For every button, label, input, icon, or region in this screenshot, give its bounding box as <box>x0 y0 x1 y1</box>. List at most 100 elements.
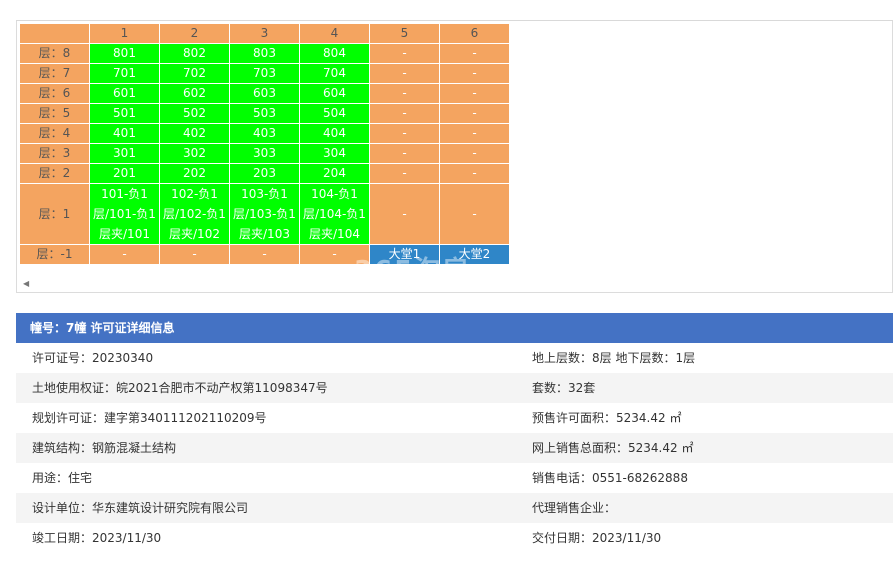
unit-cell: - <box>229 244 300 265</box>
detail-right-field: 预售许可面积：5234.42 ㎡ <box>532 411 682 425</box>
grid-header-row: 123456 <box>19 23 510 44</box>
column-header: 2 <box>159 23 230 44</box>
detail-right-field: 销售电话：0551-68262888 <box>532 471 688 485</box>
floor-label: 层：8 <box>19 43 90 64</box>
floor-row: 层：8 801 802 803 804- - <box>19 43 510 64</box>
unit-cell: - <box>369 143 440 164</box>
detail-left-field: 用途：住宅 <box>32 471 93 485</box>
unit-cell: - <box>439 143 510 164</box>
floor-label: 层：6 <box>19 83 90 104</box>
scroll-left-arrow-icon[interactable]: ◀ <box>23 279 29 288</box>
floor-row: 层：-1- - - - 大堂1 大堂2 <box>19 244 510 265</box>
unit-cell[interactable]: 202 <box>159 163 230 184</box>
unit-cell[interactable]: 602 <box>159 83 230 104</box>
unit-cell[interactable]: 402 <box>159 123 230 144</box>
unit-cell: - <box>439 123 510 144</box>
unit-cell[interactable]: 501 <box>89 103 160 124</box>
unit-cell: - <box>89 244 160 265</box>
floor-label: 层：5 <box>19 103 90 124</box>
floor-row: 层：4 401 402 403 404- - <box>19 123 510 144</box>
unit-cell: - <box>369 123 440 144</box>
detail-right-field: 套数：32套 <box>532 381 596 395</box>
floor-row: 层：2 201 202 203 204- - <box>19 163 510 184</box>
unit-cell[interactable]: 604 <box>299 83 370 104</box>
column-header: 4 <box>299 23 370 44</box>
floor-row: 层：7 701 702 703 704- - <box>19 63 510 84</box>
unit-cell[interactable]: 603 <box>229 83 300 104</box>
unit-cell: - <box>299 244 370 265</box>
unit-cell[interactable]: 302 <box>159 143 230 164</box>
unit-cell[interactable]: 704 <box>299 63 370 84</box>
floor-label: 层：2 <box>19 163 90 184</box>
floor-label: 层：-1 <box>19 244 90 265</box>
unit-cell[interactable]: 大堂1 <box>369 244 440 265</box>
column-header: 5 <box>369 23 440 44</box>
detail-row: 土地使用权证：皖2021合肥市不动产权第11098347号 套数：32套 <box>16 373 893 403</box>
unit-cell: - <box>369 83 440 104</box>
detail-row: 建筑结构：钢筋混凝土结构 网上销售总面积：5234.42 ㎡ <box>16 433 893 463</box>
unit-cell: - <box>159 244 230 265</box>
unit-cell[interactable]: 804 <box>299 43 370 64</box>
detail-left-field: 竣工日期：2023/11/30 <box>32 531 162 545</box>
unit-cell: - <box>439 63 510 84</box>
column-header: 6 <box>439 23 510 44</box>
unit-cell: - <box>439 103 510 124</box>
unit-cell[interactable]: 503 <box>229 103 300 124</box>
detail-left-field: 土地使用权证：皖2021合肥市不动产权第11098347号 <box>32 381 328 395</box>
unit-cell[interactable]: 404 <box>299 123 370 144</box>
unit-cell[interactable]: 204 <box>299 163 370 184</box>
unit-cell[interactable]: 401 <box>89 123 160 144</box>
unit-cell: - <box>439 83 510 104</box>
detail-left-field: 许可证号：20230340 <box>32 351 154 365</box>
unit-cell: - <box>439 163 510 184</box>
unit-cell[interactable]: 203 <box>229 163 300 184</box>
unit-cell[interactable]: 大堂2 <box>439 244 510 265</box>
unit-cell[interactable]: 104-负1层/104-负1层夹/104 <box>299 183 370 245</box>
floor-label: 层：1 <box>19 183 90 245</box>
unit-cell[interactable]: 702 <box>159 63 230 84</box>
grid-corner-cell <box>19 23 90 44</box>
unit-cell[interactable]: 601 <box>89 83 160 104</box>
unit-cell: - <box>369 103 440 124</box>
unit-cell[interactable]: 801 <box>89 43 160 64</box>
floor-row: 层：6 601 602 603 604- - <box>19 83 510 104</box>
unit-cell[interactable]: 103-负1层/103-负1层夹/103 <box>229 183 300 245</box>
detail-row: 竣工日期：2023/11/30 交付日期：2023/11/30 <box>16 523 893 553</box>
unit-cell[interactable]: 403 <box>229 123 300 144</box>
unit-cell[interactable]: 201 <box>89 163 160 184</box>
floor-label: 层：4 <box>19 123 90 144</box>
unit-cell: - <box>369 63 440 84</box>
unit-cell[interactable]: 701 <box>89 63 160 84</box>
detail-row: 用途：住宅 销售电话：0551-68262888 <box>16 463 893 493</box>
unit-grid-table: 1 2 3 4 5 6 层：8 801 802 803 804- - 层：7 701 702 703 704- -… <box>19 23 510 265</box>
floor-row: 层：3 301 302 303 304- - <box>19 143 510 164</box>
unit-cell[interactable]: 303 <box>229 143 300 164</box>
floor-row: 层：1 101-负1层/101-负1层夹/101 102-负1层/102-负1层夹/… <box>19 183 510 245</box>
unit-cell[interactable]: 802 <box>159 43 230 64</box>
unit-cell[interactable]: 703 <box>229 63 300 84</box>
unit-cell: - <box>369 183 440 245</box>
unit-cell[interactable]: 502 <box>159 103 230 124</box>
details-list: 许可证号：20230340 地上层数：8层 地下层数：1层土地使用权证：皖2021… <box>16 343 893 553</box>
unit-cell[interactable]: 304 <box>299 143 370 164</box>
detail-row: 设计单位：华东建筑设计研究院有限公司 代理销售企业： <box>16 493 893 523</box>
unit-cell[interactable]: 803 <box>229 43 300 64</box>
unit-cell: - <box>439 43 510 64</box>
detail-right-field: 交付日期：2023/11/30 <box>532 531 662 545</box>
unit-cell: - <box>369 43 440 64</box>
detail-right-field: 地上层数：8层 地下层数：1层 <box>532 351 696 365</box>
unit-grid-panel: 1 2 3 4 5 6 层：8 801 802 803 804- - 层：7 701 702 703 704- -… <box>16 21 893 293</box>
unit-cell[interactable]: 301 <box>89 143 160 164</box>
detail-left-field: 设计单位：华东建筑设计研究院有限公司 <box>32 501 249 515</box>
unit-cell: - <box>369 163 440 184</box>
detail-left-field: 规划许可证：建字第340111202110209号 <box>32 411 267 425</box>
column-header: 3 <box>229 23 300 44</box>
details-header: 幢号：7幢 许可证详细信息 <box>16 313 893 343</box>
unit-cell[interactable]: 102-负1层/102-负1层夹/102 <box>159 183 230 245</box>
floor-label: 层：7 <box>19 63 90 84</box>
floor-label: 层：3 <box>19 143 90 164</box>
detail-row: 许可证号：20230340 地上层数：8层 地下层数：1层 <box>16 343 893 373</box>
unit-cell[interactable]: 504 <box>299 103 370 124</box>
detail-right-field: 网上销售总面积：5234.42 ㎡ <box>532 441 694 455</box>
unit-cell[interactable]: 101-负1层/101-负1层夹/101 <box>89 183 160 245</box>
